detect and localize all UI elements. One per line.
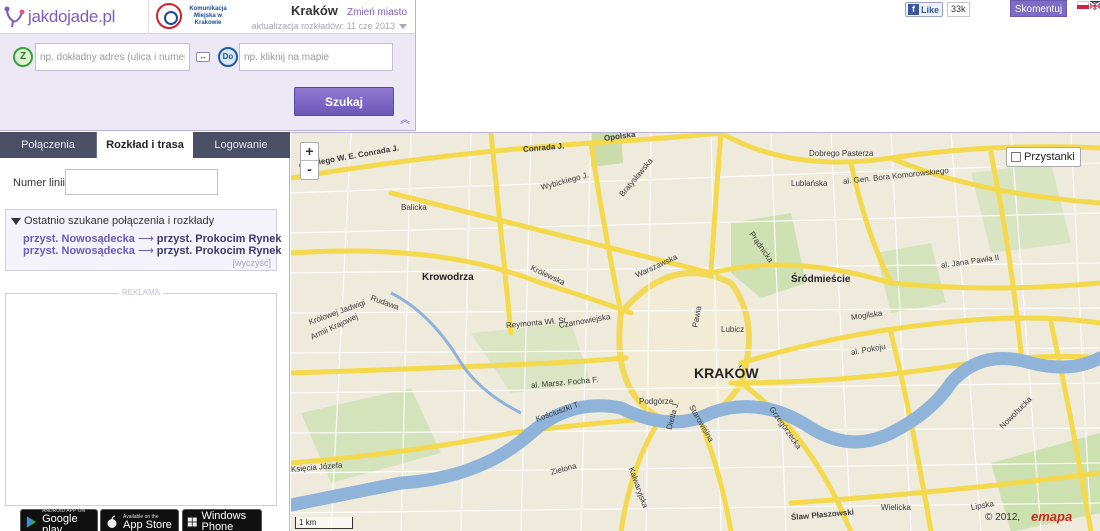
street-label: Lubicz xyxy=(721,325,745,334)
city-name: Kraków xyxy=(290,3,338,18)
street-label: Balicka xyxy=(401,203,427,212)
windows-icon xyxy=(187,517,197,527)
place-label-krakow: KRAKÓW xyxy=(694,365,759,381)
from-address-input[interactable] xyxy=(35,43,190,71)
map-scale: 1 km xyxy=(295,517,353,529)
clear-history-link[interactable]: [wyczyść] xyxy=(232,258,271,268)
street-label: Podgórze xyxy=(639,397,674,406)
app-store-button[interactable]: Available on the App Store xyxy=(100,509,179,531)
google-play-icon xyxy=(26,516,37,528)
place-label-krowodrza: Krowodrza xyxy=(422,272,474,283)
place-label-srodmiescie: Śródmieście xyxy=(791,274,851,285)
advertisement-label: REKLAMA xyxy=(118,288,164,297)
street-label: Wielicka xyxy=(881,503,911,512)
windows-phone-button[interactable]: Windows Phone xyxy=(182,509,262,531)
app-store-title: App Store xyxy=(123,518,172,531)
zoom-in-button[interactable]: + xyxy=(301,143,318,161)
stops-toggle[interactable]: Przystanki xyxy=(1006,147,1081,167)
google-play-button[interactable]: ANDROID APP ON Google play xyxy=(20,508,98,531)
mpk-logo-text: Komunikacja Miejska w Krakowie xyxy=(189,5,227,26)
stops-label: Przystanki xyxy=(1024,151,1075,163)
jakdojade-logo[interactable]: jakdojade.pl xyxy=(4,4,115,30)
apple-icon xyxy=(107,515,117,528)
to-badge: Do xyxy=(218,47,238,67)
comment-button[interactable]: Skomentuj xyxy=(1010,0,1067,17)
stops-checkbox[interactable] xyxy=(1011,152,1021,162)
line-number-input[interactable] xyxy=(65,169,218,195)
logo-separator xyxy=(148,0,149,34)
app-root: jakdojade.pl Komunikacja Miejska w Krako… xyxy=(0,0,1100,531)
tab-login[interactable]: Logowanie xyxy=(193,132,289,158)
map-copyright: © 2012, xyxy=(985,512,1021,523)
from-badge: Z xyxy=(13,47,33,67)
city-selector: Kraków Zmień miasto aktualizacja rozkład… xyxy=(252,3,407,31)
zoom-out-button[interactable]: - xyxy=(301,161,318,179)
logo-bar: jakdojade.pl Komunikacja Miejska w Krako… xyxy=(0,0,415,34)
arrow-right-icon: ⟶ xyxy=(137,245,154,257)
english-flag-icon[interactable] xyxy=(1089,1,1100,11)
recent-searches-box: Ostatnio szukane połączenia i rozkłady p… xyxy=(5,209,282,271)
recent-searches-title: Ostatnio szukane połączenia i rozkłady xyxy=(24,215,215,227)
sidebar-tabs: Połączenia Rozkład i trasa Logowanie xyxy=(0,132,290,158)
windows-phone-title: Windows Phone xyxy=(201,510,247,531)
facebook-like-widget: f Like 33k xyxy=(905,2,970,17)
collapse-panel-icon[interactable]: ︽ xyxy=(400,116,410,127)
polish-flag-icon[interactable] xyxy=(1077,1,1089,9)
to-address-input[interactable] xyxy=(239,43,393,71)
mpk-emblem-icon xyxy=(156,3,182,29)
like-label: Like xyxy=(921,4,940,15)
facebook-icon: f xyxy=(908,4,919,15)
advertisement-box: REKLAMA xyxy=(5,288,277,506)
recent-search-item[interactable]: przyst. Nowosądecka ⟶ przyst. Prokocim R… xyxy=(23,244,282,257)
triangle-down-icon xyxy=(11,217,21,225)
change-city-link[interactable]: Zmień miasto xyxy=(347,7,407,18)
street-label: Lublańska xyxy=(791,179,828,188)
mpk-logo[interactable]: Komunikacja Miejska w Krakowie xyxy=(156,3,230,29)
logo-text: jakdojade.pl xyxy=(28,7,116,26)
timetable-update-text: aktualizacja rozkładów: 11 cze 2013 xyxy=(251,21,395,31)
recent-searches-toggle[interactable]: Ostatnio szukane połączenia i rozkłady xyxy=(11,215,214,227)
jakdojade-logo-icon xyxy=(4,6,25,28)
tab-connections[interactable]: Połączenia xyxy=(0,132,97,158)
street-label: Dobrego Pasterza xyxy=(809,149,874,158)
chevron-down-icon xyxy=(399,24,407,30)
line-number-label: Numer linii xyxy=(13,177,65,189)
search-panel: jakdojade.pl Komunikacja Miejska w Krako… xyxy=(0,0,416,131)
emapa-logo[interactable]: emapa xyxy=(1031,509,1072,524)
map-canvas xyxy=(291,133,1100,531)
search-button[interactable]: Szukaj xyxy=(294,87,394,116)
sidebar: Połączenia Rozkład i trasa Logowanie Num… xyxy=(0,132,290,531)
facebook-like-button[interactable]: f Like xyxy=(905,2,944,17)
recent-to: przyst. Prokocim Rynek xyxy=(156,245,282,257)
timetable-update-dropdown[interactable]: aktualizacja rozkładów: 11 cze 2013 xyxy=(252,21,407,31)
zoom-control: + - xyxy=(300,142,319,180)
like-count: 33k xyxy=(947,2,970,17)
google-play-title: Google play xyxy=(42,513,78,531)
swap-directions-button[interactable]: ↔ xyxy=(196,52,210,62)
recent-from: przyst. Nowosądecka xyxy=(23,245,135,257)
map-view[interactable]: KRAKÓW Krowodrza Śródmieście Opolska Con… xyxy=(291,132,1100,531)
tab-timetable-route[interactable]: Rozkład i trasa xyxy=(97,132,193,158)
